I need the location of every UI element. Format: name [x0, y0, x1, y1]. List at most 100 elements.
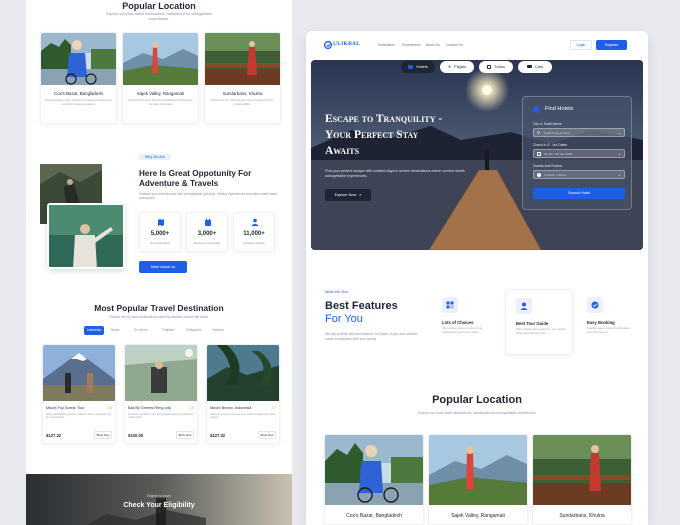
- calendar-icon: [205, 218, 211, 226]
- popular-card-sundarbans[interactable]: Sundarbans, Khulna Experience the world'…: [204, 32, 281, 124]
- tab-flights-label: Flights: [454, 64, 467, 69]
- tab-hotels[interactable]: Hotels: [401, 61, 435, 73]
- car-icon: [526, 65, 532, 69]
- hero-desc: Find your perfect escape with curated st…: [325, 169, 465, 178]
- why-title-2: Adventure & Travels: [139, 179, 219, 188]
- coxs-desc: Explore endless sandy beaches and serene…: [45, 99, 112, 106]
- popular-card-coxs[interactable]: Cox's Bazar, Bangladesh Explore endless …: [40, 32, 117, 124]
- dest-tab[interactable]: Vietnam: [212, 326, 224, 335]
- check-icon: [591, 301, 599, 309]
- feature-icon-bg: [516, 298, 532, 314]
- dates-value: 04 Jan - 08 Jan 2026: [544, 152, 573, 156]
- coxs-name: Cox's Bazar, Bangladesh: [346, 513, 402, 519]
- hotel-icon: [533, 106, 540, 113]
- book-now-button[interactable]: Book Now: [94, 431, 112, 439]
- city-placeholder: Search city or hotel: [544, 131, 570, 135]
- hero-title-3: Awaits: [325, 145, 360, 157]
- guests-value: 2 Adults, 1 Room: [544, 173, 567, 177]
- popular-subtitle-right: Explore our most loved destinations, han…: [417, 411, 537, 415]
- plane-icon: ✈: [447, 64, 452, 69]
- feature-icon-bg: [587, 297, 603, 313]
- eligibility-banner: Eligible to travel Check Your Eligibilit…: [26, 474, 292, 525]
- dest-name: Mount Fuji Scenic Tour: [46, 406, 85, 410]
- dest-tab[interactable]: Sri Lanka: [134, 326, 147, 335]
- stat-value: 11,000+: [243, 231, 265, 237]
- book-now-button[interactable]: Book Now: [176, 431, 194, 439]
- login-button[interactable]: Login: [570, 40, 592, 50]
- dest-price: $100.00: [128, 433, 144, 438]
- logo-icon: [324, 41, 332, 49]
- destinations-title: Most Popular Travel Destination: [94, 303, 224, 313]
- sundarbans-photo: [533, 435, 631, 505]
- nav-experiences[interactable]: Experiences: [402, 43, 421, 47]
- logo[interactable]: ULIKBAL: [333, 41, 360, 47]
- double-chevron-icon: »: [359, 193, 362, 197]
- popular-card-right-sundarbans[interactable]: Sundarbans, Khulna: [532, 434, 632, 525]
- dest-rating: 4.9: [189, 406, 194, 410]
- popular-subtitle: Explore our most visited destinations, h…: [105, 12, 213, 21]
- eligibility-small: Eligible to travel: [147, 494, 171, 498]
- nav-destination[interactable]: Destination: [378, 43, 395, 47]
- tab-flights[interactable]: ✈ Flights: [440, 61, 474, 73]
- dest-rating: 4.8: [107, 406, 112, 410]
- dates-input[interactable]: 04 Jan - 08 Jan 2026 ⌄: [533, 149, 625, 158]
- hotel-icon: [408, 64, 414, 69]
- dest-card-fuji[interactable]: Mount Fuji Scenic Tour 4.8 Enjoy breatht…: [42, 344, 116, 444]
- dest-tab-active[interactable]: Indonesia: [84, 326, 104, 335]
- tab-trains[interactable]: Trains: [479, 61, 513, 73]
- guests-input[interactable]: 2 Adults, 1 Room ⌄: [533, 170, 625, 179]
- sajek-photo: [429, 435, 527, 505]
- tab-cars[interactable]: Cars: [518, 61, 552, 73]
- find-hotels-panel: Find Hotels City or Hotel Name ⚲ Search …: [522, 96, 632, 210]
- dest-card-bali[interactable]: Bali By Greens Rring (ok) 4.9 Immerse yo…: [124, 344, 198, 444]
- left-page: Popular Location Explore our most visite…: [26, 0, 292, 525]
- book-now-button[interactable]: Book Now: [258, 431, 276, 439]
- right-page: ULIKBAL Destination Experiences About Us…: [306, 31, 648, 525]
- explore-label: Explore Now: [334, 193, 357, 197]
- nav-contact[interactable]: Contact Us: [446, 43, 463, 47]
- search-hotel-button[interactable]: Search Hotel: [533, 188, 625, 199]
- popular-card-right-coxs[interactable]: Cox's Bazar, Bangladesh: [324, 434, 424, 525]
- popular-card-right-sajek[interactable]: Sajek Valley, Rangamati: [428, 434, 528, 525]
- stat-destination: 5,000+ Top Destination: [139, 212, 181, 252]
- features-desc: We will provide the best features for th…: [325, 332, 418, 341]
- city-input[interactable]: ⚲ Search city or hotel ⌄: [533, 128, 625, 137]
- fuji-photo: [43, 345, 115, 401]
- nav-about[interactable]: About Us: [426, 43, 440, 47]
- more-about-button[interactable]: More About us: [139, 261, 187, 273]
- chevron-down-icon: ⌄: [617, 130, 621, 135]
- dest-tab[interactable]: Philippines: [186, 326, 201, 335]
- dest-name: Mount Bromo, Indonesia: [210, 406, 252, 410]
- why-photo-front: [47, 203, 125, 269]
- coxs-photo: [325, 435, 423, 505]
- sundarbans-photo: [205, 33, 280, 85]
- feature-title: Easy Booking: [587, 320, 615, 325]
- dates-label: Check In & - out Dates: [533, 143, 568, 147]
- city-label: City or Hotel Name: [533, 122, 562, 126]
- dest-card-bromo[interactable]: Mount Bromo, Indonesia 4.7 Witness stunn…: [206, 344, 280, 444]
- explore-now-button[interactable]: Explore Now»: [325, 189, 371, 201]
- map-icon: [158, 219, 164, 226]
- sundarbans-name: Sundarbans, Khulna: [559, 513, 605, 519]
- dest-tab[interactable]: Thailand: [162, 326, 174, 335]
- features-title-1: Best Features: [325, 300, 398, 312]
- popular-card-sajek[interactable]: Sajek Valley, Rangamati Discover lush gr…: [122, 32, 199, 124]
- dest-desc: Immerse yourself in lush green landscape…: [128, 413, 193, 420]
- dest-tab[interactable]: Nepal: [111, 326, 119, 335]
- chevron-down-icon: ⌄: [617, 151, 621, 156]
- users-icon: [251, 218, 259, 226]
- eligibility-title: Check Your Eligibility: [123, 502, 195, 509]
- dest-desc: Witness stunning sunrises over volcanic …: [210, 413, 276, 420]
- register-button[interactable]: Register: [596, 40, 627, 50]
- guests-label: Guests and Rooms: [533, 164, 563, 168]
- popular-title-right: Popular Location: [432, 394, 522, 406]
- tab-hotels-label: Hotels: [416, 64, 428, 69]
- sajek-name: Sajek Valley, Rangamati: [136, 91, 185, 96]
- bromo-photo: [207, 345, 279, 401]
- feature-desc: Flexible dates, instant confirmation, an…: [587, 326, 631, 334]
- stat-label: Top Destination: [149, 241, 171, 245]
- search-icon: ⚲: [537, 130, 540, 135]
- stat-value: 5,000+: [150, 231, 170, 237]
- hero-title-1: Escape to Tranquility -: [325, 113, 443, 125]
- why-tag: Why Wa Are: [139, 154, 171, 160]
